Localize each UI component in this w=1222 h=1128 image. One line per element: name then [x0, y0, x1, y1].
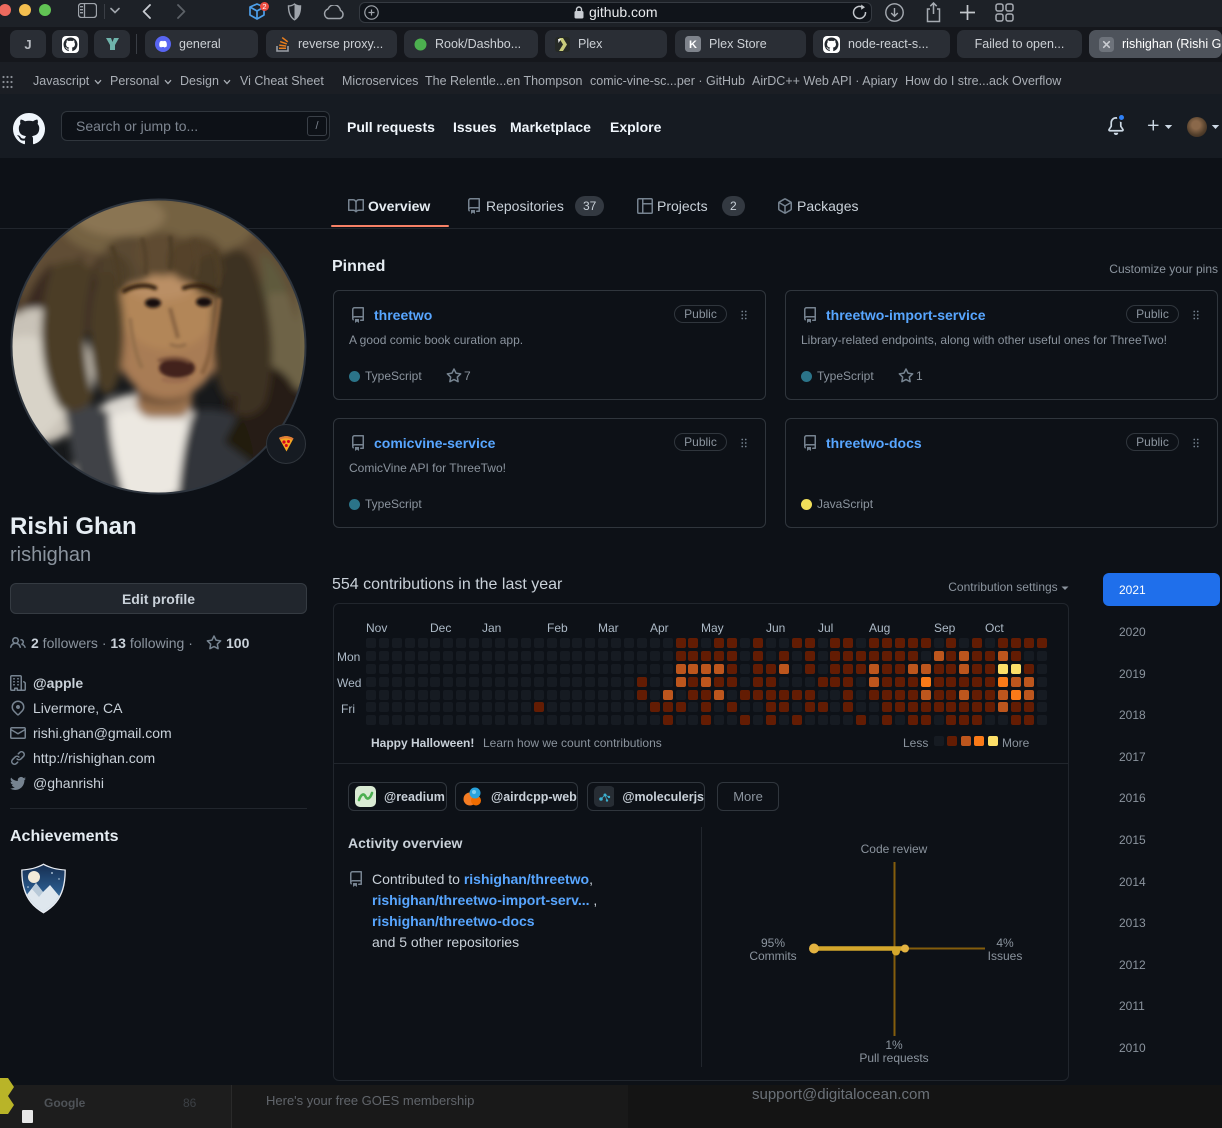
svg-text:1%: 1% [885, 1038, 903, 1052]
svg-text:Commits: Commits [749, 949, 796, 963]
svg-text:2: 2 [262, 2, 266, 11]
svg-text:Issues: Issues [988, 949, 1023, 963]
svg-text:4%: 4% [996, 936, 1014, 950]
svg-text:Code review: Code review [861, 842, 928, 856]
svg-text:Pull requests: Pull requests [859, 1051, 928, 1065]
svg-text:95%: 95% [761, 936, 785, 950]
svg-text:K: K [689, 39, 697, 51]
